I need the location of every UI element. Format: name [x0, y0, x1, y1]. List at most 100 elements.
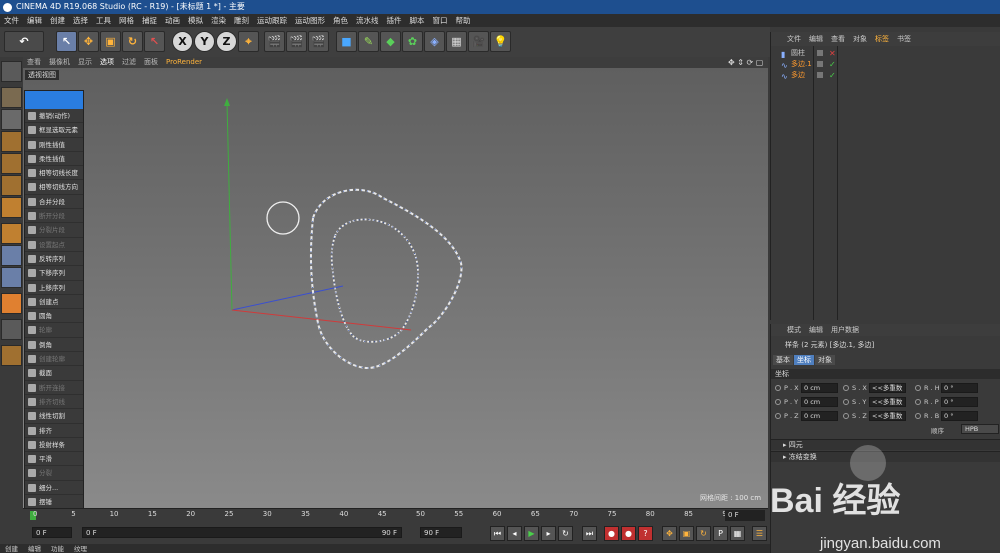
texture-mode-icon[interactable]: [1, 109, 22, 130]
recent-tool-button[interactable]: ↖: [144, 31, 165, 52]
viewport-nav-icons[interactable]: ✥ ⇕ ⟳ ▢: [728, 58, 763, 67]
snap-icon[interactable]: [1, 267, 22, 288]
points-mode-icon[interactable]: [1, 153, 22, 174]
menu-item[interactable]: 帮助: [452, 14, 475, 27]
attribute-tab[interactable]: 坐标: [794, 355, 814, 365]
disabled-icon[interactable]: ✕: [829, 48, 836, 59]
material-menu-item[interactable]: 编辑: [23, 545, 46, 553]
command-menu-item[interactable]: 轮廓: [25, 323, 83, 338]
menu-item[interactable]: 插件: [383, 14, 406, 27]
am-menu-item[interactable]: 用户数据: [827, 324, 863, 336]
om-menu-item[interactable]: 书签: [893, 32, 915, 46]
viewport-menu-item[interactable]: 面板: [140, 57, 162, 68]
floor-button[interactable]: ▦: [446, 31, 467, 52]
key-pla-button[interactable]: ▦: [730, 526, 745, 541]
edit-render-settings-button[interactable]: 🎬: [308, 31, 329, 52]
attribute-tab[interactable]: 对象: [815, 355, 835, 365]
menu-item[interactable]: 选择: [69, 14, 92, 27]
autokey-button[interactable]: ●: [621, 526, 636, 541]
workplane-icon[interactable]: [1, 319, 22, 340]
keyframe-dot-icon[interactable]: [843, 413, 849, 419]
coord-value-field[interactable]: 0 cm: [801, 397, 838, 407]
select-tool-button[interactable]: ↖: [56, 31, 77, 52]
camera-button[interactable]: 🎥: [468, 31, 489, 52]
command-menu-item[interactable]: 线性切割: [25, 409, 83, 424]
command-menu-item[interactable]: 投射样条: [25, 438, 83, 453]
command-menu-item[interactable]: 排齐切线: [25, 395, 83, 410]
enabled-icon[interactable]: ✓: [829, 59, 836, 70]
om-menu-item[interactable]: 文件: [783, 32, 805, 46]
key-scale-button[interactable]: ▣: [679, 526, 694, 541]
record-keyframe-button[interactable]: ●: [604, 526, 619, 541]
keyframe-dot-icon[interactable]: [915, 399, 921, 405]
undo-button[interactable]: ↶: [4, 31, 44, 52]
scale-tool-button[interactable]: ▣: [100, 31, 121, 52]
keyframe-dot-icon[interactable]: [915, 413, 921, 419]
menu-item[interactable]: 捕捉: [138, 14, 161, 27]
coord-value-field[interactable]: 0 cm: [801, 383, 838, 393]
command-menu-item[interactable]: 相等切线长度: [25, 166, 83, 181]
coord-value-field[interactable]: 0 °: [941, 383, 978, 393]
render-view-button[interactable]: 🎬: [264, 31, 285, 52]
timeline-window-button[interactable]: ☰: [752, 526, 767, 541]
viewport-menu-item[interactable]: 选项: [96, 57, 118, 68]
menu-item[interactable]: 模拟: [184, 14, 207, 27]
object-row[interactable]: ▮ 圆柱 ✕: [771, 48, 1000, 59]
viewport-menu-item[interactable]: 摄像机: [45, 57, 74, 68]
command-menu-item[interactable]: 断开分段: [25, 209, 83, 224]
coord-value-field[interactable]: 0 °: [941, 411, 978, 421]
am-menu-item[interactable]: 模式: [783, 324, 805, 336]
cube-object-button[interactable]: ■: [336, 31, 357, 52]
command-menu-item[interactable]: 下移序列: [25, 266, 83, 281]
magnet-icon[interactable]: [1, 293, 22, 314]
command-menu-item[interactable]: 断开连接: [25, 381, 83, 395]
command-menu-search[interactable]: [25, 91, 83, 109]
perspective-viewport[interactable]: [23, 68, 768, 508]
key-parameter-button[interactable]: P: [713, 526, 728, 541]
visibility-toggle-icon[interactable]: [817, 50, 823, 56]
frame-range-slider[interactable]: 0 F 90 F: [82, 527, 402, 538]
command-menu-item[interactable]: 合并分段: [25, 195, 83, 210]
key-position-button[interactable]: ✥: [662, 526, 677, 541]
attribute-tab[interactable]: 基本: [773, 355, 793, 365]
move-tool-button[interactable]: ✥: [78, 31, 99, 52]
polygons-mode-icon[interactable]: [1, 197, 22, 218]
menu-item[interactable]: 动画: [161, 14, 184, 27]
viewport-menu-item[interactable]: 显示: [74, 57, 96, 68]
am-menu-item[interactable]: 编辑: [805, 324, 827, 336]
command-menu-item[interactable]: 倒角: [25, 338, 83, 353]
command-menu-item[interactable]: 上移序列: [25, 281, 83, 295]
key-rotation-button[interactable]: ↻: [696, 526, 711, 541]
coord-value-field[interactable]: <<多重数: [869, 411, 906, 421]
menu-item[interactable]: 雕刻: [230, 14, 253, 27]
menu-item[interactable]: 脚本: [406, 14, 429, 27]
command-menu-item[interactable]: 反转序列: [25, 252, 83, 267]
menu-item[interactable]: 创建: [46, 14, 69, 27]
command-menu-item[interactable]: 分裂: [25, 466, 83, 481]
viewport-menu-item[interactable]: 过滤: [118, 57, 140, 68]
tweak-mode-icon[interactable]: [1, 245, 22, 266]
timeline-ruler[interactable]: 051015202530354045505560657075808590: [23, 508, 768, 522]
start-frame-field[interactable]: 0 F: [32, 527, 72, 538]
command-menu-item[interactable]: 刚性插值: [25, 138, 83, 152]
y-axis-lock-button[interactable]: Y: [194, 31, 215, 52]
command-menu-item[interactable]: 创建轮廓: [25, 352, 83, 367]
command-menu-item[interactable]: 排齐: [25, 424, 83, 438]
edges-mode-icon[interactable]: [1, 175, 22, 196]
om-menu-item[interactable]: 编辑: [805, 32, 827, 46]
goto-start-button[interactable]: ⏮: [490, 526, 505, 541]
rotate-tool-button[interactable]: ↻: [122, 31, 143, 52]
command-menu-item[interactable]: 框显选取元素: [25, 123, 83, 138]
viewport-menu-item[interactable]: 查看: [23, 57, 45, 68]
object-row[interactable]: ∿ 多边 ✓: [771, 70, 1000, 81]
command-menu-item[interactable]: 柔性插值: [25, 152, 83, 167]
om-menu-item[interactable]: 查看: [827, 32, 849, 46]
keyframe-dot-icon[interactable]: [915, 385, 921, 391]
command-menu-item[interactable]: 平滑: [25, 452, 83, 467]
workplane-mode-icon[interactable]: [1, 131, 22, 152]
command-menu-item[interactable]: 截面: [25, 366, 83, 381]
end-frame-field[interactable]: 90 F: [420, 527, 462, 538]
deformer-button[interactable]: ◈: [424, 31, 445, 52]
material-menu-item[interactable]: 纹理: [69, 545, 92, 553]
object-row[interactable]: ∿ 多边.1 ✓: [771, 59, 1000, 70]
